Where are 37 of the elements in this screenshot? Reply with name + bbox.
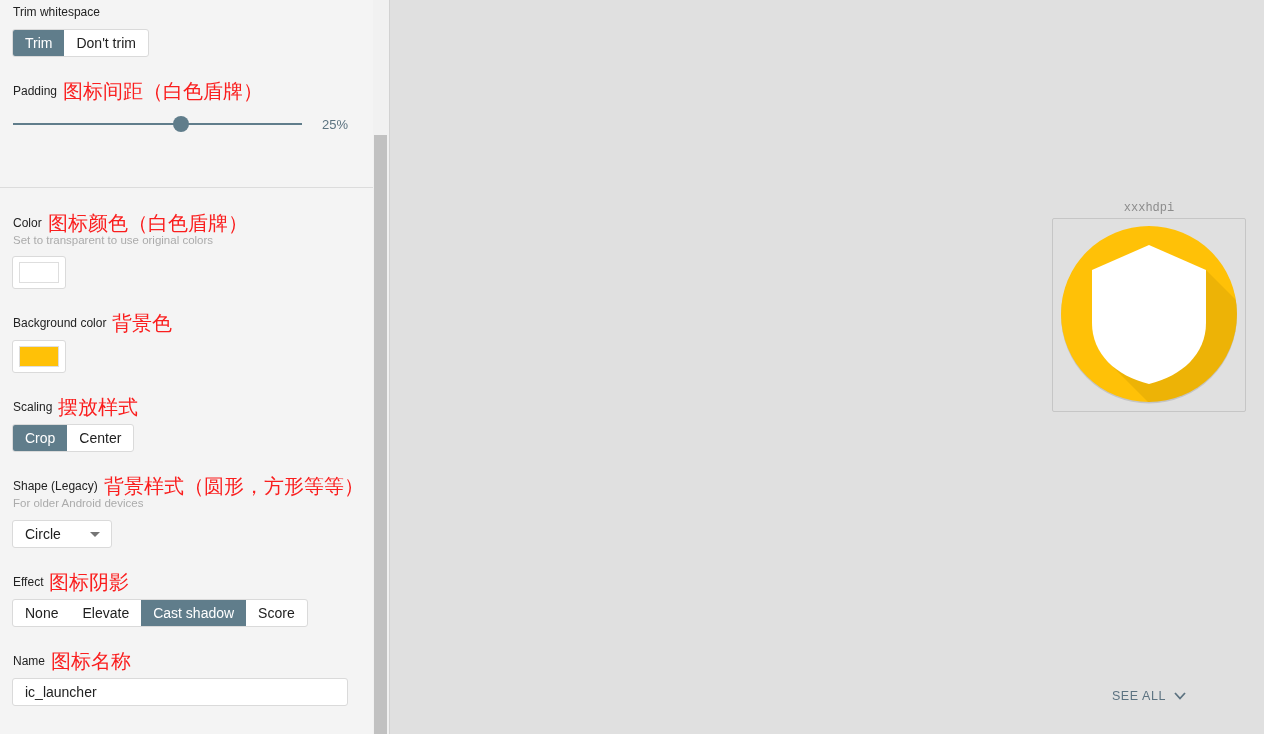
annotation-text: 摆放样式 xyxy=(58,395,139,419)
option-button[interactable]: Cast shadow xyxy=(141,600,247,626)
field-label: Effect xyxy=(13,574,44,591)
shape-dropdown[interactable]: Circle xyxy=(12,520,112,548)
annotation-text: 图标阴影 xyxy=(49,570,130,594)
option-button[interactable]: Crop xyxy=(13,425,68,451)
annotation-text: 背景色 xyxy=(112,311,173,335)
option-button[interactable]: Score xyxy=(246,600,307,626)
field-label: Padding xyxy=(13,83,58,100)
option-button[interactable]: None xyxy=(13,600,71,626)
see-all-button[interactable]: SEE ALL xyxy=(1111,689,1187,703)
hint-text: Set to transparent to use original colors xyxy=(12,234,215,247)
field-label: Scaling xyxy=(13,399,53,416)
option-button[interactable]: Don't trim xyxy=(64,30,148,56)
option-button[interactable]: Elevate xyxy=(70,600,142,626)
color-picker-button[interactable] xyxy=(12,340,66,373)
color-picker-button[interactable] xyxy=(12,256,66,289)
field-label: Name xyxy=(13,653,45,670)
field-label: Color xyxy=(13,215,42,232)
name-input[interactable]: ic_launcher xyxy=(12,678,348,706)
field-label: Background color xyxy=(13,315,107,332)
shield-icon xyxy=(1060,226,1238,404)
caret-icon xyxy=(90,531,100,537)
density-label: xxxhdpi xyxy=(1123,201,1175,215)
field-label: Trim whitespace xyxy=(13,4,100,21)
annotation-text: 图标名称 xyxy=(51,649,131,673)
option-button[interactable]: Trim xyxy=(13,30,65,56)
annotation-text: 背景样式（圆形，方形等等） xyxy=(103,474,364,498)
slider-value: 25% xyxy=(322,116,349,132)
option-button[interactable]: Center xyxy=(67,425,134,451)
annotation-text: 图标间距（白色盾牌） xyxy=(63,79,264,103)
field-label: Shape (Legacy) xyxy=(13,478,98,495)
chevron-down-icon xyxy=(1174,692,1187,700)
scrollbar-thumb[interactable] xyxy=(374,135,387,734)
hint-text: For older Android devices xyxy=(12,497,145,510)
annotation-text: 图标颜色（白色盾牌） xyxy=(47,211,248,235)
slider-thumb[interactable] xyxy=(172,116,189,132)
